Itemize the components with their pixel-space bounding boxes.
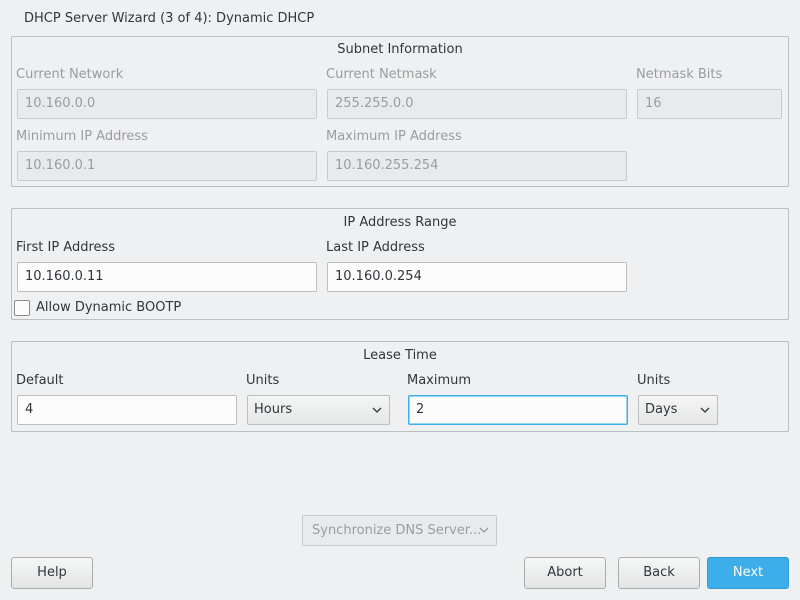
- default-lease-input[interactable]: 4: [17, 395, 237, 425]
- chevron-down-icon: [700, 407, 710, 413]
- default-units-select[interactable]: Hours: [247, 395, 390, 425]
- current-netmask-label: Current Netmask: [326, 67, 437, 82]
- current-network-field: 10.160.0.0: [17, 89, 317, 119]
- maximum-lease-input[interactable]: 2: [408, 395, 628, 425]
- allow-dynamic-bootp-checkbox[interactable]: [14, 300, 30, 316]
- back-button[interactable]: Back: [618, 557, 700, 589]
- minimum-ip-label: Minimum IP Address: [16, 129, 148, 144]
- allow-dynamic-bootp-label[interactable]: Allow Dynamic BOOTP: [36, 300, 181, 315]
- last-ip-label: Last IP Address: [326, 240, 425, 255]
- synchronize-dns-server-menu: Synchronize DNS Server...: [302, 515, 497, 546]
- netmask-bits-field: 16: [637, 89, 782, 119]
- maximum-units-select[interactable]: Days: [638, 395, 718, 425]
- current-netmask-field: 255.255.0.0: [327, 89, 627, 119]
- maximum-units-value: Days: [645, 402, 678, 417]
- default-lease-label: Default: [16, 373, 64, 388]
- current-network-label: Current Network: [16, 67, 124, 82]
- default-units-label: Units: [246, 373, 280, 388]
- maximum-lease-label: Maximum: [407, 373, 472, 388]
- maximum-units-label: Units: [637, 373, 671, 388]
- lease-time-title: Lease Time: [363, 348, 437, 363]
- first-ip-input[interactable]: 10.160.0.11: [17, 262, 317, 292]
- next-button[interactable]: Next: [707, 557, 789, 589]
- maximum-ip-label: Maximum IP Address: [326, 129, 462, 144]
- chevron-down-icon: [372, 407, 382, 413]
- netmask-bits-label: Netmask Bits: [636, 67, 723, 82]
- ip-address-range-title: IP Address Range: [343, 215, 457, 230]
- maximum-ip-field: 10.160.255.254: [327, 151, 627, 181]
- synchronize-dns-server-label: Synchronize DNS Server...: [312, 523, 482, 538]
- last-ip-input[interactable]: 10.160.0.254: [327, 262, 627, 292]
- first-ip-label: First IP Address: [16, 240, 116, 255]
- abort-button[interactable]: Abort: [524, 557, 606, 589]
- subnet-information-title: Subnet Information: [337, 42, 463, 57]
- minimum-ip-field: 10.160.0.1: [17, 151, 317, 181]
- window-title: DHCP Server Wizard (3 of 4): Dynamic DHC…: [24, 11, 315, 26]
- default-units-value: Hours: [254, 402, 293, 417]
- help-button[interactable]: Help: [11, 557, 93, 589]
- chevron-down-icon: [479, 527, 489, 533]
